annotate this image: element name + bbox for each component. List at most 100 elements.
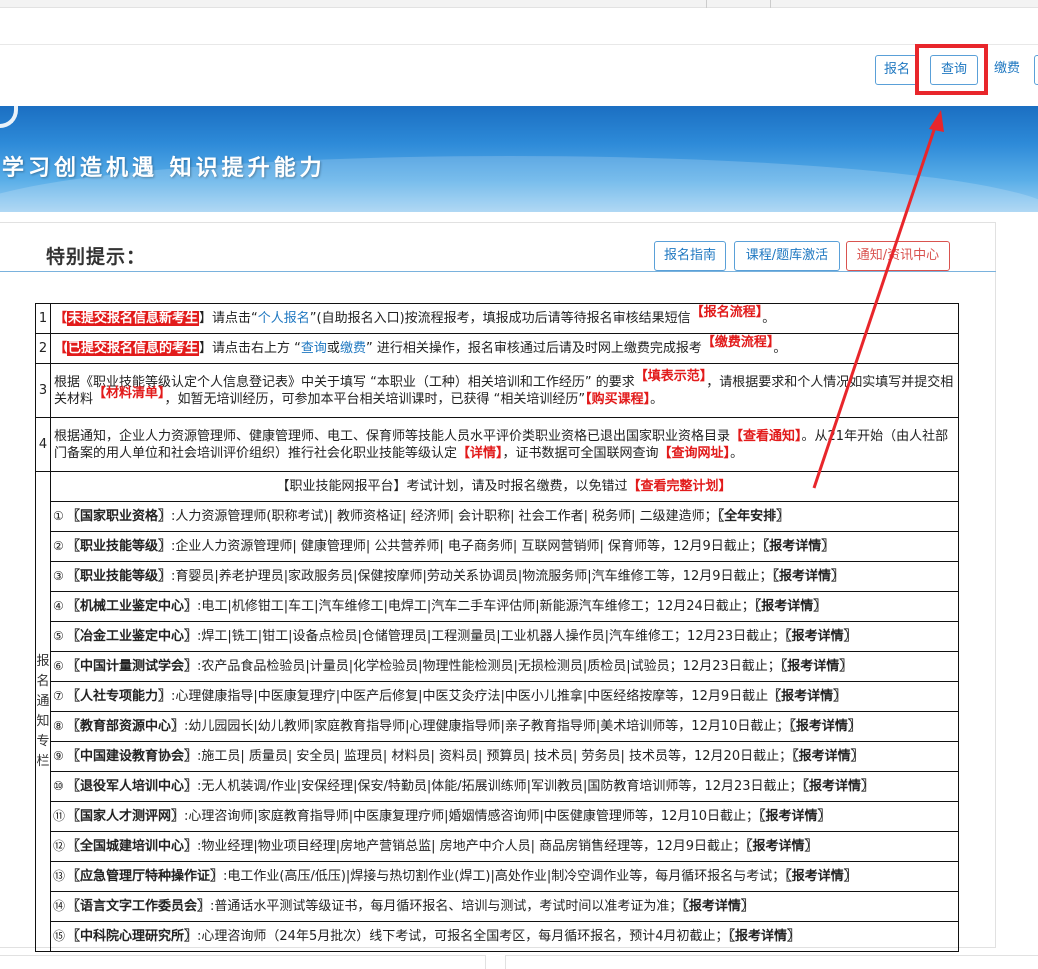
logo-icon	[0, 106, 18, 128]
item-desc: :电工作业(高压/低压)|焊接与热切割作业(焊工)|高处作业|制冷空调作业等，每…	[223, 869, 786, 884]
new-candidate-tag: 未提交报名信息新考生	[67, 311, 200, 326]
item-desc: :幼儿园园长|幼儿教师|家庭教育指导师|心理健康指导师|亲子教育指导师|美术培训…	[184, 719, 790, 734]
form-example-link[interactable]: 【填表示范】	[635, 369, 707, 384]
item-desc: :企业人力资源管理师| 健康管理师| 公共营养师| 电子商务师| 互联网营销师|…	[171, 539, 763, 554]
item-number: ⑪	[53, 809, 66, 823]
item-number: ④	[53, 599, 64, 613]
notice-table: 1 【 未提交报名信息新考生】请点击“个人报名”(自助报名入口)按流程报考，填报成…	[35, 303, 959, 952]
register-button[interactable]: 报名	[875, 55, 919, 85]
side-label-char: 栏	[36, 753, 50, 769]
item-number: ①	[53, 509, 64, 523]
item-link[interactable]: 〖报考详情〗	[781, 659, 853, 674]
notice-text: 】请点击右上方 “	[199, 341, 301, 356]
item-link[interactable]: 〖报考详情〗	[755, 599, 827, 614]
notice-text: ” 进行相关操作，报名审核通过后请及时网上缴费完成报考	[365, 341, 702, 356]
notice-end: 。	[650, 391, 664, 407]
item-link[interactable]: 〖报考详情〗	[763, 539, 835, 554]
full-plan-link[interactable]: 【查看完整计划】	[628, 479, 732, 494]
item-link[interactable]: 〖报考详情〗	[728, 929, 800, 944]
notice-text: 】请点击“	[199, 311, 258, 326]
schedule-row: ⑪ 〖国家人才测评网〗:心理咨询师|家庭教育指导师|中医康复理疗师|婚姻情感咨询师…	[36, 801, 959, 832]
item-number: ③	[53, 569, 64, 583]
item-number: ⑦	[53, 689, 64, 703]
item-link[interactable]: 〖全年安排〗	[718, 509, 790, 524]
item-category: 〖教育部资源中心〗	[67, 719, 185, 734]
item-category: 〖中国建设教育协会〗	[67, 749, 198, 764]
item-number: ⑨	[53, 749, 64, 763]
item-number: ⑩	[53, 779, 64, 793]
schedule-row: ⑧ 〖教育部资源中心〗:幼儿园园长|幼儿教师|家庭教育指导师|心理健康指导师|亲子…	[36, 711, 959, 742]
item-category: 〖职业技能等级〗	[67, 539, 172, 554]
divider	[0, 271, 996, 272]
pay-process-link[interactable]: 【缴费流程】	[702, 335, 774, 350]
divider	[770, 0, 771, 8]
item-category: 〖冶金工业鉴定中心〗	[67, 629, 198, 644]
personal-register-link[interactable]: 个人报名	[258, 311, 310, 326]
bottom-panel-right	[505, 955, 1038, 969]
schedule-row: ⑤ 〖冶金工业鉴定中心〗:焊工|铣工|钳工|设备点检员|仓储管理员|工程测量员|工…	[36, 621, 959, 652]
pay-link[interactable]: 缴费	[340, 341, 366, 356]
item-category: 〖职业技能等级〗	[67, 569, 172, 584]
register-process-link[interactable]: 【报名流程】	[691, 305, 763, 320]
query-url-link[interactable]: 【查询网址】	[659, 446, 731, 461]
side-label-char: 通	[36, 693, 50, 709]
item-category: 〖中科院心理研究所〗	[67, 929, 198, 944]
item-desc: :电工|机修钳工|车工|汽车维修工|电焊工|汽车二手车评估师|新能源汽车维修工；…	[197, 599, 755, 614]
item-desc: :心理咨询师|家庭教育指导师|中医康复理疗师|婚姻情感咨询师|中医健康管理师等，…	[184, 809, 759, 824]
item-link[interactable]: 〖报考详情〗	[773, 569, 845, 584]
schedule-row: ⑩ 〖退役军人培训中心〗:无人机装调/作业|安保经理|保安/特勤员|体能/拓展训练…	[36, 771, 959, 802]
material-list-link[interactable]: 【材料清单】	[93, 386, 165, 401]
pay-button[interactable]: 缴费	[986, 55, 1028, 85]
row-number: 3	[35, 363, 51, 418]
notice-end: 。	[730, 445, 744, 461]
item-desc: :人力资源管理师(职称考试)| 教师资格证| 经济师| 会计职称| 社会工作者|…	[171, 509, 718, 524]
notice-text: ”(自助报名入口)按流程报考，填报成功后请等待报名审核结果短信	[309, 311, 691, 326]
side-label-char: 专	[36, 733, 50, 749]
item-category: 〖语言文字工作委员会〗	[67, 899, 211, 914]
item-number: ⑮	[53, 929, 66, 943]
banner-slogan: 学习创造机遇 知识提升能力	[2, 155, 326, 181]
more-button[interactable]	[1034, 55, 1038, 85]
notice-row: 2 【已提交报名信息的考生】请点击右上方 “查询或缴费” 进行相关操作，报名审核…	[35, 333, 959, 364]
item-link[interactable]: 〖报考详情〗	[759, 809, 831, 824]
query-link[interactable]: 查询	[301, 341, 327, 356]
notice-text: 根据通知，企业人力资源管理师、健康管理师、电工、保育师等技能人员水平评价类职业资…	[54, 428, 731, 444]
item-link[interactable]: 〖报考详情〗	[785, 629, 857, 644]
item-link[interactable]: 〖报考详情〗	[682, 899, 754, 914]
item-desc: :心理咨询师（24年5月批次）线下考试，可报名全国考区，每月循环报名，预计4月初…	[197, 929, 729, 944]
highlight-box	[915, 44, 988, 95]
course-activation-button[interactable]: 课程/题库激活	[734, 241, 840, 271]
item-link[interactable]: 〖报考详情〗	[785, 869, 857, 884]
item-desc: :心理健康指导|中医康复理疗|中医产后修复|中医艾灸疗法|中医小儿推拿|中医经络…	[171, 689, 769, 704]
item-link[interactable]: 〖报考详情〗	[803, 779, 875, 794]
news-center-button[interactable]: 通知/资讯中心	[846, 241, 950, 271]
item-category: 〖退役军人培训中心〗	[67, 779, 198, 794]
details-link[interactable]: 【详情】	[457, 446, 503, 461]
item-category: 〖国家人才测评网〗	[67, 809, 185, 824]
item-link[interactable]: 〖报考详情〗	[746, 839, 818, 854]
schedule-row: ⑬ 〖应急管理厅特种操作证〗:电工作业(高压/低压)|焊接与热切割作业(焊工)|高…	[36, 861, 959, 892]
side-label-char: 报	[36, 653, 50, 669]
item-category: 〖人社专项能力〗	[67, 689, 172, 704]
item-number: ⑧	[53, 719, 64, 733]
item-desc: :施工员| 质量员| 安全员| 监理员| 材料员| 资料员| 预算员| 技术员|…	[197, 749, 793, 764]
item-category: 〖中国计量测试学会〗	[67, 659, 198, 674]
schedule-row: ③ 〖职业技能等级〗:育婴员|养老护理员|家政服务员|保健按摩师|劳动关系协调员|…	[36, 561, 959, 592]
row-number: 4	[35, 417, 51, 472]
bracket: 【	[54, 341, 68, 356]
row-number: 1	[35, 303, 51, 334]
divider	[706, 0, 707, 8]
side-label: 报 名 通 知 专 栏	[35, 471, 51, 952]
side-label-char: 知	[36, 713, 50, 729]
item-number: ⑥	[53, 659, 64, 673]
item-link[interactable]: 〖报考详情〗	[792, 749, 864, 764]
item-desc: :农产品食品检验员|计量员|化学检验员|物理性能检测员|无损检测员|质检员|试验…	[197, 659, 781, 674]
buy-course-link[interactable]: 【购买课程】	[585, 392, 650, 407]
item-link[interactable]: 〖报考详情〗	[789, 719, 861, 734]
bottom-strip	[0, 955, 1038, 969]
view-notice-link[interactable]: 【查看通知】	[730, 429, 802, 444]
item-link[interactable]: 〖报考详情〗	[768, 689, 846, 704]
schedule-row: ⑨ 〖中国建设教育协会〗:施工员| 质量员| 安全员| 监理员| 材料员| 资料员…	[36, 741, 959, 772]
notice-text: 或	[326, 341, 340, 356]
registration-guide-button[interactable]: 报名指南	[654, 241, 726, 271]
